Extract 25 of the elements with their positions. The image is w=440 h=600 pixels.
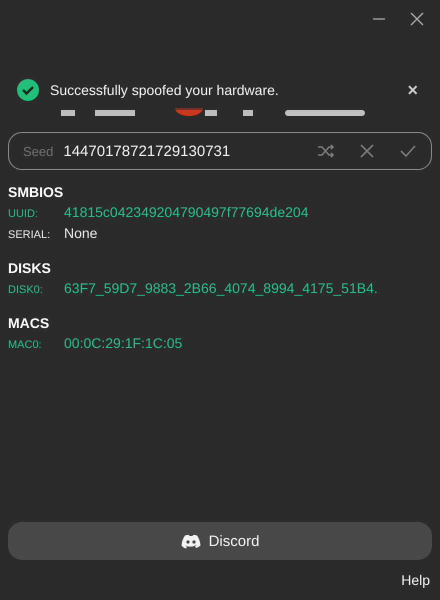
success-check-icon: [16, 78, 40, 102]
seed-label: Seed: [23, 144, 54, 158]
section-title: DISKS: [8, 260, 51, 276]
clear-icon: [359, 143, 375, 159]
toast-close-button[interactable]: ×: [403, 80, 422, 100]
field-label: SERIAL:: [8, 229, 52, 241]
close-icon: [410, 12, 424, 26]
field-label: DISK0:: [8, 284, 44, 296]
section-title: SMBIOS: [8, 184, 64, 200]
help-link[interactable]: Help: [401, 572, 430, 588]
field-value: 41815c042349204790497f77694de204: [64, 204, 308, 220]
field-value: 63F7_59D7_9883_2B66_4074_8994_4175_51B4.: [64, 280, 378, 296]
close-button[interactable]: [408, 10, 426, 28]
discord-button[interactable]: Discord: [8, 522, 432, 560]
field-value: None: [64, 225, 98, 241]
shuffle-icon: [317, 143, 335, 159]
section-title: MACS: [8, 315, 50, 331]
field-value: 00:0C:29:1F:1C:05: [64, 335, 182, 351]
seed-field[interactable]: Seed 14470178721729130731: [8, 132, 432, 170]
field-label: UUID:: [8, 208, 39, 220]
toast-message: Successfully spoofed your hardware.: [50, 82, 280, 98]
check-icon: [399, 143, 417, 159]
seed-input[interactable]: 14470178721729130731: [61, 142, 297, 160]
field-label: MAC0:: [8, 339, 43, 351]
gamepad-icon: [180, 534, 201, 548]
